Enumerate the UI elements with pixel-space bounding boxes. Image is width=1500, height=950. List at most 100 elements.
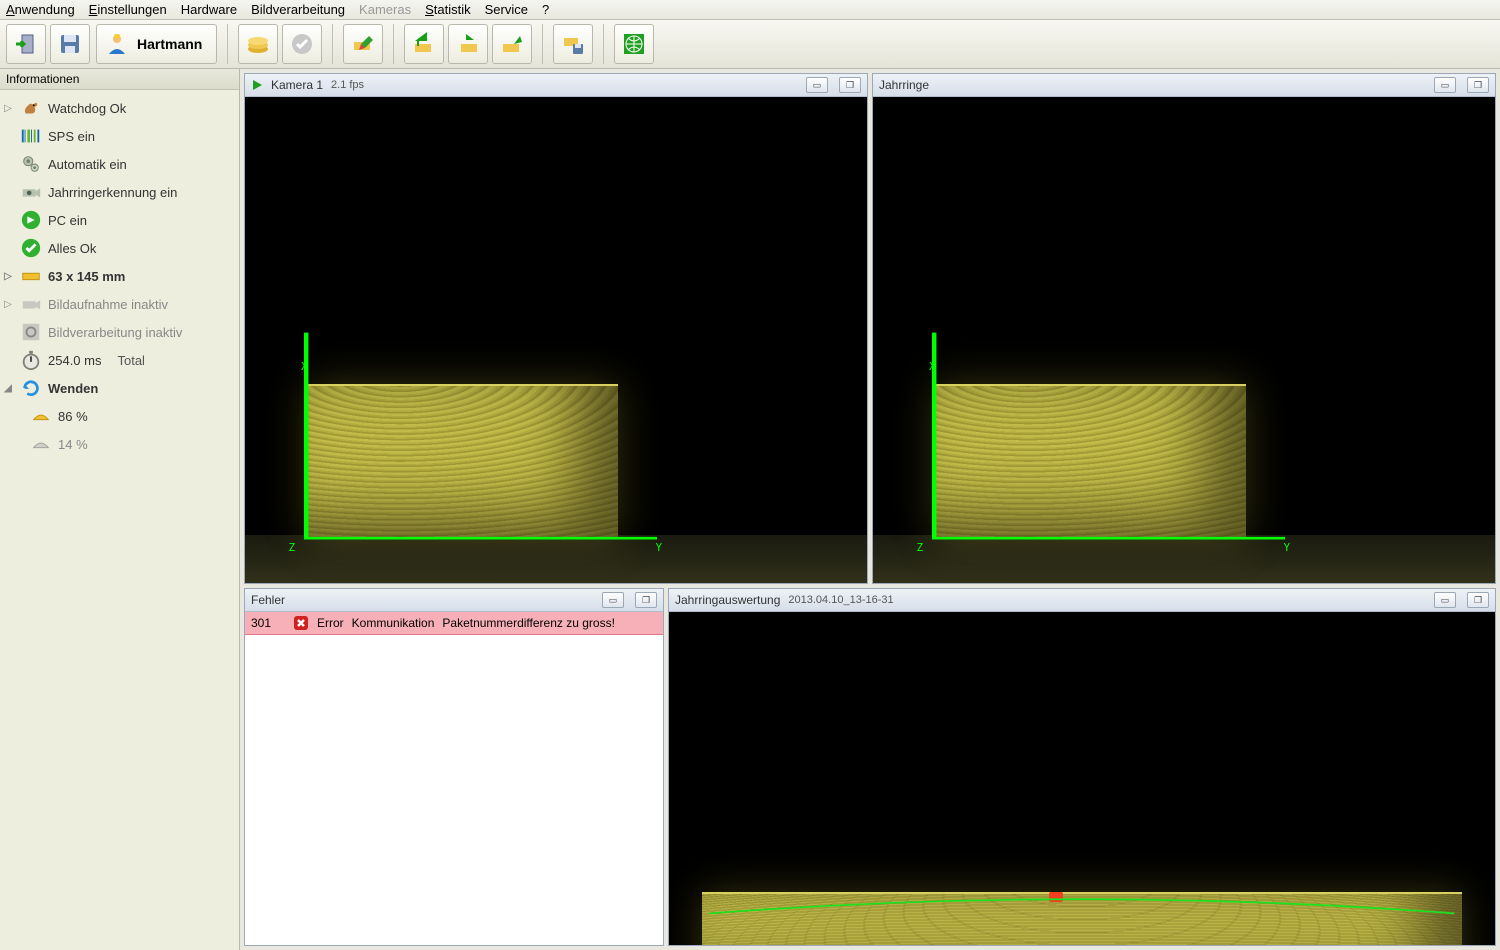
board-icon: [20, 265, 42, 287]
tree-alles-ok[interactable]: Alles Ok: [0, 234, 239, 262]
rings-view[interactable]: X Z Y: [873, 97, 1495, 583]
tree-wenden-86[interactable]: 86 %: [0, 402, 239, 430]
tree-wenden-14[interactable]: 14 %: [0, 430, 239, 458]
error-code: 301: [251, 616, 285, 630]
maximize-button[interactable]: ❐: [1467, 77, 1489, 93]
content-area: Kamera 1 2.1 fps ▭ ❐ X Z Y: [240, 69, 1500, 950]
check-ok-icon: [20, 237, 42, 259]
tb-save-button[interactable]: [50, 24, 90, 64]
barcode-icon: [20, 125, 42, 147]
gears-icon: [20, 153, 42, 175]
dog-icon: [20, 97, 42, 119]
tree-bildaufnahme[interactable]: ▷ Bildaufnahme inaktiv: [0, 290, 239, 318]
tb-stack-button[interactable]: [238, 24, 278, 64]
panel-extra: 2.1 fps: [331, 79, 364, 91]
tree-label: SPS ein: [48, 129, 95, 144]
menu-hardware[interactable]: Hardware: [181, 2, 237, 17]
user-icon: [105, 32, 129, 56]
panel-jahrringe: Jahrringe ▭ ❐ X Z Y: [872, 73, 1496, 584]
tree-label: 14 %: [58, 437, 88, 452]
panel-kamera1: Kamera 1 2.1 fps ▭ ❐ X Z Y: [244, 73, 868, 584]
expander-icon[interactable]: ▷: [2, 102, 14, 114]
panel-title: Jahrringe: [879, 78, 929, 92]
minimize-button[interactable]: ▭: [602, 592, 624, 608]
error-list[interactable]: 301 Error Kommunikation Paketnummerdiffe…: [245, 612, 663, 945]
panel-header: Kamera 1 2.1 fps ▭ ❐: [245, 74, 867, 97]
tb-arrow-right-button[interactable]: [448, 24, 488, 64]
maximize-button[interactable]: ❐: [1467, 592, 1489, 608]
arrow-ok-icon: [20, 209, 42, 231]
tb-arrow-left-button[interactable]: [404, 24, 444, 64]
tree-label: Wenden: [48, 381, 98, 396]
tree-label: Watchdog Ok: [48, 101, 126, 116]
info-tree: ▷ Watchdog Ok SPS ein Automatik ein Jahr…: [0, 90, 239, 462]
tree-watchdog[interactable]: ▷ Watchdog Ok: [0, 94, 239, 122]
sidebar: Informationen ▷ Watchdog Ok SPS ein Auto…: [0, 69, 240, 950]
minimize-button[interactable]: ▭: [1434, 592, 1456, 608]
tree-label: Bildverarbeitung inaktiv: [48, 325, 182, 340]
tree-timing[interactable]: 254.0 ms Total: [0, 346, 239, 374]
menu-statistik[interactable]: Statistik: [425, 2, 471, 17]
error-message: Paketnummerdifferenz zu gross!: [442, 616, 615, 630]
wedge-yellow-icon: [30, 405, 52, 427]
menu-bildverarbeitung[interactable]: Bildverarbeitung: [251, 2, 345, 17]
panel-title: Jahrringauswertung: [675, 593, 780, 607]
tb-check-disabled-button[interactable]: [282, 24, 322, 64]
error-icon: [293, 615, 309, 631]
panel-fehler: Fehler ▭ ❐ 301 Error Kommunikation Paket…: [244, 588, 664, 946]
tree-jahrring[interactable]: Jahrringerkennung ein: [0, 178, 239, 206]
tb-arrow-up-button[interactable]: [492, 24, 532, 64]
tree-label: 86 %: [58, 409, 88, 424]
tree-sps[interactable]: SPS ein: [0, 122, 239, 150]
tree-label: Jahrringerkennung ein: [48, 185, 177, 200]
panel-extra: 2013.04.10_13-16-31: [788, 594, 893, 606]
panel-header: Jahrringauswertung 2013.04.10_13-16-31 ▭…: [669, 589, 1495, 612]
user-name: Hartmann: [137, 36, 202, 52]
processing-off-icon: [20, 321, 42, 343]
expander-collapse-icon[interactable]: ◢: [2, 382, 14, 394]
camera-icon: [20, 181, 42, 203]
menu-kameras[interactable]: Kameras: [359, 2, 411, 17]
expander-icon[interactable]: ▷: [2, 270, 14, 282]
tree-pc[interactable]: PC ein: [0, 206, 239, 234]
tree-label: 254.0 ms: [48, 353, 101, 368]
panel-title: Fehler: [251, 593, 285, 607]
tree-label: Automatik ein: [48, 157, 127, 172]
tb-save-board-button[interactable]: [553, 24, 593, 64]
tree-bildverarbeitung[interactable]: Bildverarbeitung inaktiv: [0, 318, 239, 346]
panel-auswertung: Jahrringauswertung 2013.04.10_13-16-31 ▭…: [668, 588, 1496, 946]
play-icon: [251, 79, 263, 91]
panel-header: Fehler ▭ ❐: [245, 589, 663, 612]
menu-help[interactable]: ?: [542, 2, 549, 17]
tree-automatik[interactable]: Automatik ein: [0, 150, 239, 178]
rotate-icon: [20, 377, 42, 399]
minimize-button[interactable]: ▭: [1434, 77, 1456, 93]
user-chip[interactable]: Hartmann: [96, 24, 217, 64]
expander-icon[interactable]: ▷: [2, 298, 14, 310]
camera-off-icon: [20, 293, 42, 315]
stopwatch-icon: [20, 349, 42, 371]
toolbar: Hartmann: [0, 20, 1500, 69]
analysis-view[interactable]: [669, 612, 1495, 945]
tree-label: Bildaufnahme inaktiv: [48, 297, 168, 312]
sidebar-title: Informationen: [0, 69, 239, 90]
menu-anwendung[interactable]: AAnwendungnwendung: [6, 2, 75, 17]
tb-globe-grid-button[interactable]: [614, 24, 654, 64]
tb-edit-board-button[interactable]: [343, 24, 383, 64]
tree-label: PC ein: [48, 213, 87, 228]
tree-label: 63 x 145 mm: [48, 269, 125, 284]
maximize-button[interactable]: ❐: [635, 592, 657, 608]
error-level: Error: [317, 616, 344, 630]
menubar: AAnwendungnwendung Einstellungen Hardwar…: [0, 0, 1500, 20]
menu-service[interactable]: Service: [485, 2, 528, 17]
tree-wenden[interactable]: ◢ Wenden: [0, 374, 239, 402]
tree-dimensions[interactable]: ▷ 63 x 145 mm: [0, 262, 239, 290]
menu-einstellungen[interactable]: Einstellungen: [89, 2, 167, 17]
camera-view[interactable]: X Z Y: [245, 97, 867, 583]
minimize-button[interactable]: ▭: [806, 77, 828, 93]
error-row[interactable]: 301 Error Kommunikation Paketnummerdiffe…: [245, 612, 663, 635]
tree-sublabel: Total: [117, 353, 144, 368]
tree-label: Alles Ok: [48, 241, 96, 256]
tb-import-button[interactable]: [6, 24, 46, 64]
maximize-button[interactable]: ❐: [839, 77, 861, 93]
